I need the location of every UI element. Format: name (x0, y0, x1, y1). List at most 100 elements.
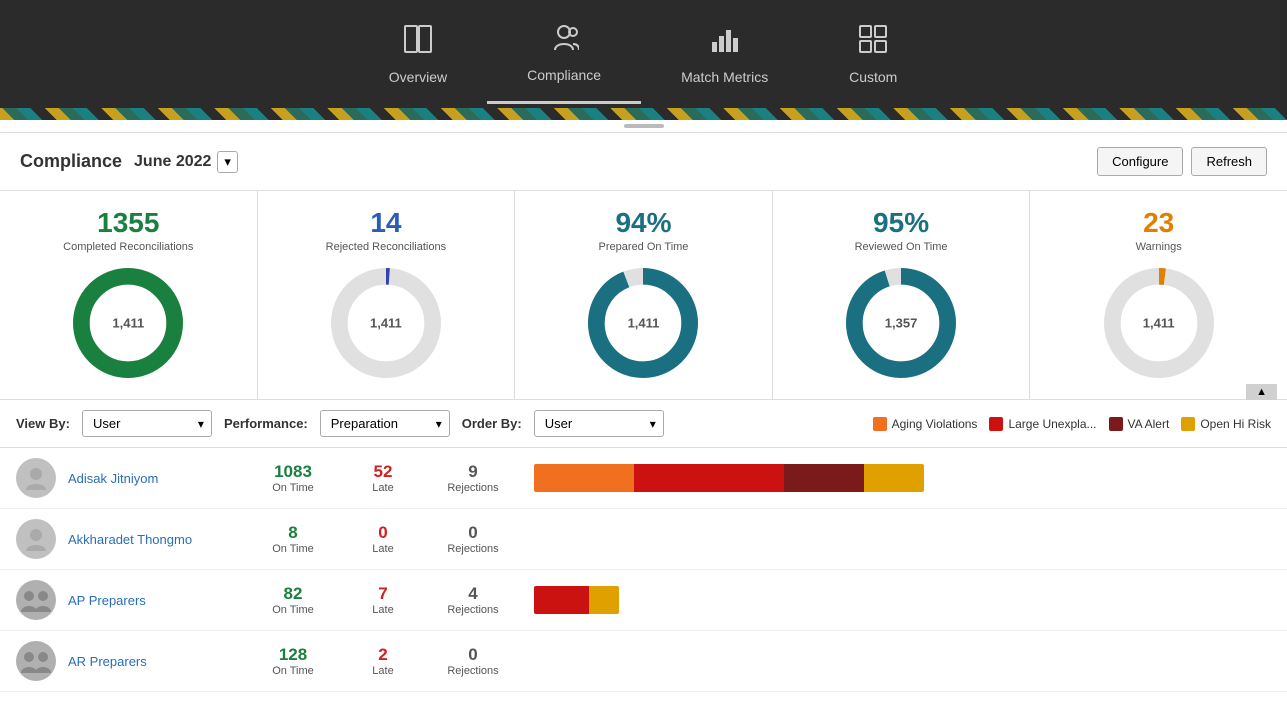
page-title: Compliance (20, 151, 122, 172)
large-label: Large Unexpla... (1008, 417, 1096, 431)
user-name-akkharadet[interactable]: Akkharadet Thongmo (68, 532, 248, 547)
on-time-ap: 82 On Time (248, 584, 338, 616)
on-time-ar: 128 On Time (248, 645, 338, 677)
top-nav: Overview Compliance Match Metrics (0, 0, 1287, 108)
completed-number: 1355 (97, 207, 159, 239)
view-by-select-wrapper: User Group Department (82, 410, 212, 437)
collapse-button[interactable]: ▲ (1246, 384, 1277, 400)
on-time-label: On Time (272, 665, 314, 677)
performance-select[interactable]: Preparation Review Approval (320, 410, 450, 437)
late-label: Late (372, 604, 393, 616)
late-label: Late (372, 543, 393, 555)
order-by-select[interactable]: User On Time Late (534, 410, 664, 437)
late-num: 7 (378, 584, 387, 604)
rejections-num: 9 (468, 462, 477, 482)
rejected-number: 14 (370, 207, 401, 239)
performance-select-wrapper: Preparation Review Approval (320, 410, 450, 437)
warnings-number: 23 (1143, 207, 1174, 239)
bar-chart-adisak (534, 464, 924, 492)
custom-icon (858, 24, 888, 61)
user-name-ap-preparers[interactable]: AP Preparers (68, 593, 248, 608)
custom-label: Custom (849, 69, 897, 85)
user-name-ar-preparers[interactable]: AR Preparers (68, 654, 248, 669)
late-num: 2 (378, 645, 387, 665)
performance-label: Performance: (224, 416, 308, 431)
compliance-icon (549, 22, 579, 59)
rejections-ap: 4 Rejections (428, 584, 518, 616)
rejections-label: Rejections (447, 482, 498, 494)
legend-aging: Aging Violations (873, 417, 978, 431)
on-time-akkharadet: 8 On Time (248, 523, 338, 555)
order-by-label: Order By: (462, 416, 522, 431)
hi-risk-dot (1181, 417, 1195, 431)
avatar-adisak (16, 458, 56, 498)
aging-dot (873, 417, 887, 431)
prepared-center: 1,411 (628, 316, 660, 331)
rejections-label: Rejections (447, 543, 498, 555)
bar-va (784, 464, 864, 492)
warnings-center: 1,411 (1143, 316, 1175, 331)
late-label: Late (372, 665, 393, 677)
prepared-label: Prepared On Time (599, 241, 689, 253)
rejections-label: Rejections (447, 604, 498, 616)
prepared-number: 94% (615, 207, 671, 239)
metrics-row: 1355 Completed Reconciliations 1,411 14 … (0, 191, 1287, 400)
match-metrics-icon (710, 24, 740, 61)
completed-center: 1,411 (112, 316, 144, 331)
completed-donut: 1,411 (68, 263, 188, 383)
on-time-num: 1083 (274, 462, 312, 482)
late-num: 0 (378, 523, 387, 543)
large-dot (989, 417, 1003, 431)
view-by-select[interactable]: User Group Department (82, 410, 212, 437)
legend-large: Large Unexpla... (989, 417, 1096, 431)
reviewed-label: Reviewed On Time (855, 241, 948, 253)
table-row: Akkharadet Thongmo 8 On Time 0 Late 0 Re… (0, 509, 1287, 570)
filter-row: ▲ View By: User Group Department Perform… (0, 400, 1287, 448)
late-akkharadet: 0 Late (338, 523, 428, 555)
bar-adisak (518, 464, 1271, 492)
configure-button[interactable]: Configure (1097, 147, 1183, 176)
aging-label: Aging Violations (892, 417, 978, 431)
on-time-label: On Time (272, 482, 314, 494)
nav-item-match-metrics[interactable]: Match Metrics (641, 6, 808, 103)
metric-card-warnings: 23 Warnings 1,411 (1030, 191, 1287, 399)
va-label: VA Alert (1128, 417, 1170, 431)
rejections-akkharadet: 0 Rejections (428, 523, 518, 555)
prepared-donut: 1,411 (583, 263, 703, 383)
view-by-label: View By: (16, 416, 70, 431)
late-adisak: 52 Late (338, 462, 428, 494)
table-row: AP Preparers 82 On Time 7 Late 4 Rejecti… (0, 570, 1287, 631)
bar-hi-risk (864, 464, 924, 492)
date-dropdown-button[interactable]: ▾ (217, 151, 238, 173)
table-row: AR Preparers 128 On Time 2 Late 0 Reject… (0, 631, 1287, 692)
late-ap: 7 Late (338, 584, 428, 616)
nav-item-compliance[interactable]: Compliance (487, 4, 641, 104)
rejections-label: Rejections (447, 665, 498, 677)
rejections-num: 4 (468, 584, 477, 604)
bar-ap (518, 586, 1271, 614)
metric-card-reviewed: 95% Reviewed On Time 1,357 (773, 191, 1031, 399)
nav-item-overview[interactable]: Overview (349, 6, 487, 103)
warnings-label: Warnings (1136, 241, 1182, 253)
on-time-num: 8 (288, 523, 297, 543)
nav-item-custom[interactable]: Custom (808, 6, 938, 103)
metric-card-rejected: 14 Rejected Reconciliations 1,411 (258, 191, 516, 399)
compliance-label: Compliance (527, 67, 601, 83)
order-by-select-wrapper: User On Time Late (534, 410, 664, 437)
main-content: Compliance June 2022 ▾ Configure Refresh… (0, 133, 1287, 713)
completed-label: Completed Reconciliations (63, 241, 193, 253)
overview-icon (403, 24, 433, 61)
user-name-adisak[interactable]: Adisak Jitniyom (68, 471, 248, 486)
late-label: Late (372, 482, 393, 494)
header-row: Compliance June 2022 ▾ Configure Refresh (0, 133, 1287, 191)
avatar-akkharadet (16, 519, 56, 559)
match-metrics-label: Match Metrics (681, 69, 768, 85)
date-label: June 2022 (134, 153, 211, 171)
rejections-num: 0 (468, 645, 477, 665)
on-time-adisak: 1083 On Time (248, 462, 338, 494)
rejections-adisak: 9 Rejections (428, 462, 518, 494)
bar-aging (534, 464, 634, 492)
refresh-button[interactable]: Refresh (1191, 147, 1267, 176)
on-time-label: On Time (272, 604, 314, 616)
hi-risk-label: Open Hi Risk (1200, 417, 1271, 431)
